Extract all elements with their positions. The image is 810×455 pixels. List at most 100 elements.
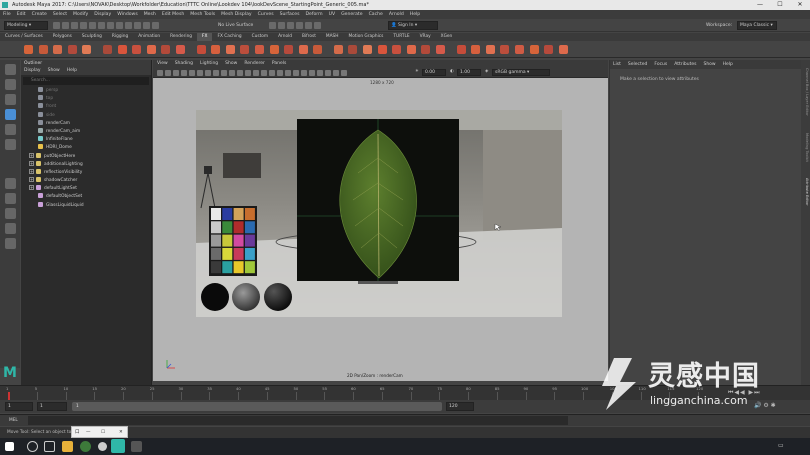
tab-rendering[interactable]: Rendering xyxy=(165,33,197,41)
select-component-icon[interactable] xyxy=(107,22,114,29)
viewport-menu-view[interactable]: View xyxy=(157,60,168,68)
camera-select-icon[interactable] xyxy=(157,70,163,76)
maximize-button[interactable]: ☐ xyxy=(770,0,790,10)
fire-icon[interactable] xyxy=(269,45,279,54)
isolate-select-icon[interactable] xyxy=(317,70,323,76)
tab-polygons[interactable]: Polygons xyxy=(48,33,77,41)
sign-in-button[interactable]: 👤 Sign In ▾ xyxy=(388,21,438,30)
menu-cache[interactable]: Cache xyxy=(369,10,383,19)
screen-space-ao-icon[interactable] xyxy=(293,70,299,76)
lasso-tool-icon[interactable] xyxy=(4,79,16,90)
windows-start-icon[interactable] xyxy=(5,442,14,451)
camera-attributes-icon[interactable] xyxy=(165,70,171,76)
menu-windows[interactable]: Windows xyxy=(117,10,138,19)
fluid-icon[interactable] xyxy=(196,45,206,54)
xray-icon[interactable] xyxy=(325,70,331,76)
ncloth-icon[interactable] xyxy=(102,45,112,54)
outliner-item[interactable]: + additionalLighting xyxy=(21,160,151,169)
menu-help[interactable]: Help xyxy=(410,10,420,19)
menu-edit-mesh[interactable]: Edit Mesh xyxy=(162,10,184,19)
textured-icon[interactable] xyxy=(269,70,275,76)
ae-menu-list[interactable]: List xyxy=(613,60,621,69)
folder-icon[interactable] xyxy=(53,22,60,29)
current-time-marker[interactable] xyxy=(8,392,10,400)
photos-icon[interactable] xyxy=(131,441,142,452)
safe-action-icon[interactable] xyxy=(229,70,235,76)
tab-arnold[interactable]: Arnold xyxy=(273,33,297,41)
render-frame-icon[interactable] xyxy=(278,22,285,29)
outliner-menu-display[interactable]: Display xyxy=(24,67,41,75)
playback-start-field[interactable]: 1 xyxy=(37,402,67,411)
pond-icon[interactable] xyxy=(240,45,250,54)
fill-object-icon[interactable] xyxy=(67,45,77,54)
small-window[interactable]: 口 — ☐ ✕ xyxy=(71,426,128,438)
mash-signal-icon[interactable] xyxy=(515,45,524,54)
image-plane-icon[interactable] xyxy=(181,70,187,76)
outliner-search-input[interactable]: Search... xyxy=(23,77,149,85)
wireframe-icon[interactable] xyxy=(245,70,251,76)
menu-generate[interactable]: Generate xyxy=(341,10,362,19)
mash-random-icon[interactable] xyxy=(485,45,495,54)
app-icon[interactable] xyxy=(98,442,107,451)
paint-effects-icon[interactable] xyxy=(348,45,358,54)
menu-edit[interactable]: Edit xyxy=(17,10,26,19)
hair-icon[interactable] xyxy=(333,45,343,54)
menu-create[interactable]: Create xyxy=(32,10,47,19)
outliner-menu-help[interactable]: Help xyxy=(67,67,77,75)
outliner-item[interactable]: GlassLiquidLiquid xyxy=(21,201,151,210)
expand-icon[interactable]: + xyxy=(29,168,34,174)
menu-display[interactable]: Display xyxy=(94,10,111,19)
tab-custom[interactable]: Custom xyxy=(247,33,273,41)
bifrost-liquid-icon[interactable] xyxy=(363,45,373,54)
snap-grid-icon[interactable] xyxy=(116,22,123,29)
film-gate-icon[interactable] xyxy=(197,70,203,76)
expand-icon[interactable]: + xyxy=(29,177,34,183)
file-explorer-icon[interactable] xyxy=(62,441,73,452)
field-icon[interactable] xyxy=(146,45,156,54)
viewport-menu-show[interactable]: Show xyxy=(225,60,237,68)
expand-icon[interactable]: + xyxy=(29,185,34,191)
gate-mask-icon[interactable] xyxy=(213,70,219,76)
shadows-icon[interactable] xyxy=(285,70,291,76)
menu-uv[interactable]: UV xyxy=(329,10,336,19)
tab-fx[interactable]: FX xyxy=(197,33,213,41)
outliner-layout-icon[interactable] xyxy=(4,238,16,249)
bifrost-foam-icon[interactable] xyxy=(392,45,402,54)
bifrost-aero-icon[interactable] xyxy=(377,45,387,54)
ae-menu-selected[interactable]: Selected xyxy=(628,60,648,69)
color-space-selector[interactable]: sRGB gamma ▾ xyxy=(492,69,550,76)
ocean-icon[interactable] xyxy=(225,45,235,54)
minimize-button[interactable]: — xyxy=(750,0,770,10)
bifrost-kill-icon[interactable] xyxy=(421,45,431,54)
vortex-icon[interactable] xyxy=(175,45,185,54)
mash-offset-icon[interactable] xyxy=(500,45,510,54)
notification-icon[interactable]: ▭ xyxy=(778,442,784,449)
small-window-maximize[interactable]: ☐ xyxy=(101,427,105,438)
select-hierarchy-icon[interactable] xyxy=(89,22,96,29)
lightning-icon[interactable] xyxy=(284,45,294,54)
menu-mesh-tools[interactable]: Mesh Tools xyxy=(190,10,215,19)
anti-aliasing-icon[interactable] xyxy=(309,70,315,76)
search-icon[interactable] xyxy=(27,441,38,452)
mode-selector[interactable]: Modeling ▾ xyxy=(4,21,48,30)
menu-mesh-display[interactable]: Mesh Display xyxy=(221,10,252,19)
tab-sculpting[interactable]: Sculpting xyxy=(77,33,107,41)
four-view-layout-icon[interactable] xyxy=(4,193,16,204)
menu-modify[interactable]: Modify xyxy=(73,10,88,19)
emitter-icon[interactable] xyxy=(38,45,48,54)
menu-surfaces[interactable]: Surfaces xyxy=(280,10,300,19)
scale-tool-icon[interactable] xyxy=(4,139,16,150)
tab-animation[interactable]: Animation xyxy=(133,33,165,41)
curve-flow-icon[interactable] xyxy=(313,45,323,54)
ipr-render-icon[interactable] xyxy=(287,22,294,29)
tab-fx-caching[interactable]: FX Caching xyxy=(212,33,246,41)
mash-curve-icon[interactable] xyxy=(544,45,554,54)
snap-view-icon[interactable] xyxy=(143,22,150,29)
range-slider[interactable]: 1 xyxy=(72,402,442,411)
render-settings-icon[interactable] xyxy=(296,22,303,29)
exposure-field[interactable]: 0.00 xyxy=(422,69,446,76)
outliner-item[interactable]: persp xyxy=(21,87,151,95)
bifrost-cache-icon[interactable] xyxy=(436,45,446,54)
emit-from-object-icon[interactable] xyxy=(53,45,63,54)
resolution-gate-icon[interactable] xyxy=(205,70,211,76)
